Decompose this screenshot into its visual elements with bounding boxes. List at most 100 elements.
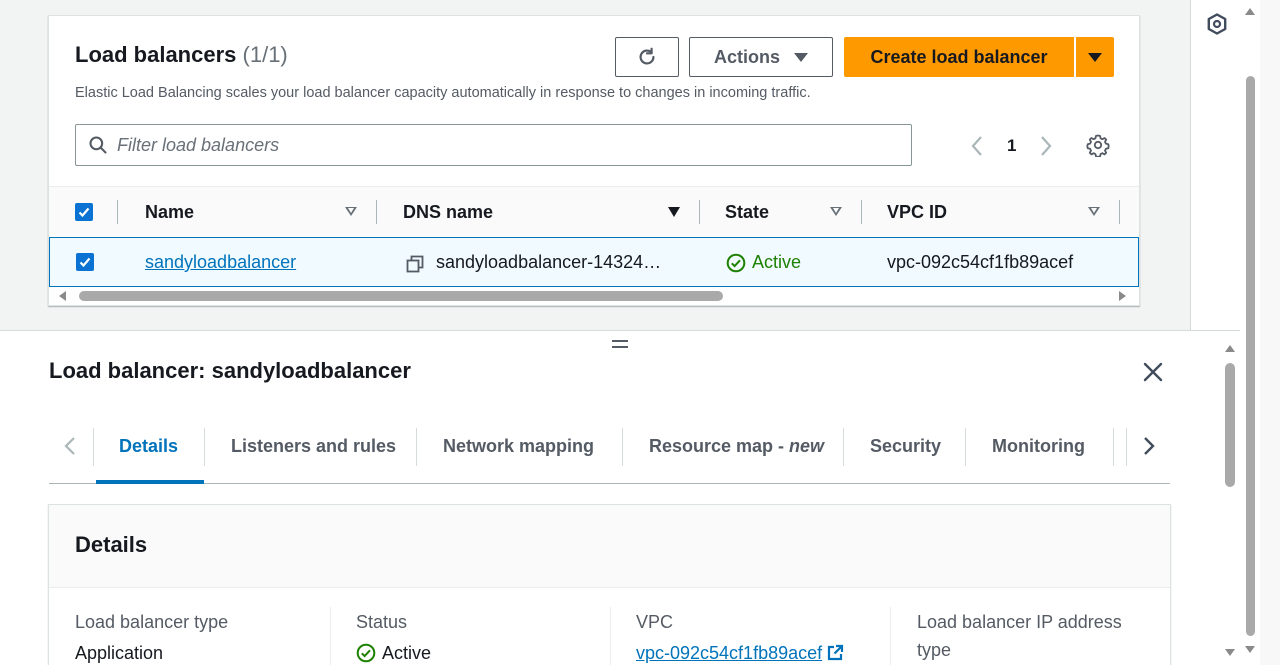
vpc-link-text[interactable]: vpc-092c54cf1fb89acef xyxy=(636,643,822,663)
gear-icon[interactable] xyxy=(1086,133,1110,157)
state-status: Active xyxy=(726,252,801,273)
scroll-down-arrow[interactable] xyxy=(1245,646,1255,653)
field-label: Load balancer type xyxy=(75,612,229,632)
field-value: Application xyxy=(75,643,164,663)
column-divider[interactable] xyxy=(1119,200,1120,224)
select-all-checkbox[interactable] xyxy=(75,203,93,221)
scroll-up-arrow[interactable] xyxy=(1225,345,1235,352)
ip-address-type-field: Load balancer IP address type xyxy=(917,610,1122,662)
column-header-vpc-id[interactable]: VPC ID xyxy=(887,202,947,223)
status-text: Active xyxy=(382,643,432,663)
window-edge xyxy=(1260,0,1280,665)
details-tabs: Details Listeners and rules Network mapp… xyxy=(49,416,1170,484)
tab-resource-map[interactable]: Resource map - new xyxy=(649,436,824,457)
dns-name-value: sandyloadbalancer-14324… xyxy=(436,252,662,272)
column-header-state[interactable]: State xyxy=(725,202,769,223)
caret-down-icon xyxy=(794,52,808,62)
load-balancers-title-text: Load balancers xyxy=(75,42,237,67)
column-header-name[interactable]: Name xyxy=(145,202,194,223)
load-balancer-type-field: Load balancer type Application xyxy=(75,610,228,665)
vpc-link[interactable]: vpc-092c54cf1fb89acef xyxy=(636,641,844,665)
scroll-right-arrow[interactable] xyxy=(1119,291,1126,301)
check-circle-icon xyxy=(726,253,746,272)
tab-divider xyxy=(1113,428,1114,466)
external-link-icon[interactable] xyxy=(826,644,844,662)
field-label: Status xyxy=(356,612,408,632)
filter-load-balancers-field[interactable] xyxy=(75,124,912,166)
row-checkbox[interactable] xyxy=(76,253,94,271)
chevron-left-icon[interactable] xyxy=(967,133,987,159)
check-icon xyxy=(78,207,90,218)
refresh-button[interactable] xyxy=(615,37,679,77)
scroll-up-arrow[interactable] xyxy=(1245,8,1255,15)
chevron-right-icon[interactable] xyxy=(1036,133,1056,159)
filter-load-balancers-input[interactable] xyxy=(117,134,877,156)
table-header: Name DNS name State VPC ID xyxy=(49,186,1139,236)
page-number[interactable]: 1 xyxy=(1007,136,1016,156)
column-divider[interactable] xyxy=(376,200,377,224)
hexagon-icon[interactable] xyxy=(1205,12,1229,36)
sorted-descending-icon[interactable] xyxy=(668,207,680,217)
vpc-id-value: vpc-092c54cf1fb89acef xyxy=(887,252,1074,272)
split-panel-scrollbar[interactable] xyxy=(1220,341,1240,665)
chevron-left-icon[interactable] xyxy=(59,434,83,458)
actions-dropdown-button[interactable]: Actions xyxy=(689,37,833,77)
column-header-dns-name[interactable]: DNS name xyxy=(403,202,493,223)
column-divider xyxy=(330,607,331,665)
tab-divider xyxy=(93,428,94,466)
tab-details[interactable]: Details xyxy=(119,436,178,457)
sort-icon[interactable] xyxy=(1088,207,1100,216)
tab-resource-map-label: Resource map - xyxy=(649,436,790,456)
tab-network-mapping[interactable]: Network mapping xyxy=(443,436,594,457)
tab-monitoring[interactable]: Monitoring xyxy=(992,436,1085,457)
chevron-right-icon[interactable] xyxy=(1136,434,1160,458)
load-balancers-description: Elastic Load Balancing scales your load … xyxy=(75,85,811,101)
pagination: 1 xyxy=(967,132,1087,160)
field-label-continued: type xyxy=(917,640,952,660)
details-header: Details xyxy=(49,505,1170,588)
tools-rail xyxy=(1190,0,1240,330)
scrollbar-thumb[interactable] xyxy=(1225,363,1235,487)
field-label: VPC xyxy=(636,612,674,632)
split-panel: Load balancer: sandyloadbalancer Details… xyxy=(0,330,1240,665)
create-load-balancer-button[interactable]: Create load balancer xyxy=(844,37,1074,77)
scrollbar-thumb[interactable] xyxy=(79,291,723,301)
sort-icon[interactable] xyxy=(345,207,357,216)
scroll-left-arrow[interactable] xyxy=(59,291,66,301)
check-circle-icon xyxy=(356,643,376,663)
table-row[interactable]: sandyloadbalancer sandyloadbalancer-1432… xyxy=(49,237,1139,287)
create-load-balancer-dropdown-button[interactable] xyxy=(1076,37,1114,77)
check-icon xyxy=(79,257,91,268)
tab-listeners-and-rules[interactable]: Listeners and rules xyxy=(231,436,396,457)
tab-divider xyxy=(965,428,966,466)
column-divider xyxy=(117,200,118,224)
status-value: Active xyxy=(356,641,431,665)
load-balancer-name-link[interactable]: sandyloadbalancer xyxy=(145,252,296,273)
tab-divider xyxy=(843,428,844,466)
page-vertical-scrollbar[interactable] xyxy=(1240,0,1260,665)
search-icon xyxy=(89,136,107,154)
close-icon[interactable] xyxy=(1142,361,1164,383)
column-divider xyxy=(610,607,611,665)
new-badge: new xyxy=(789,436,825,456)
horizontal-scrollbar[interactable] xyxy=(49,287,1139,305)
load-balancers-region: Load balancers (1/1) Elastic Load Balanc… xyxy=(0,0,1190,330)
copy-icon[interactable] xyxy=(406,255,424,273)
details-heading: Details xyxy=(75,532,148,557)
column-divider xyxy=(890,607,891,665)
actions-label: Actions xyxy=(713,46,780,67)
resize-handle-icon[interactable] xyxy=(612,340,628,350)
column-divider[interactable] xyxy=(861,200,862,224)
scrollbar-thumb[interactable] xyxy=(1246,76,1255,636)
sort-icon[interactable] xyxy=(830,207,842,216)
tab-security[interactable]: Security xyxy=(870,436,941,457)
scroll-down-arrow[interactable] xyxy=(1225,649,1235,656)
field-label: Load balancer IP address xyxy=(917,612,1122,632)
load-balancers-title: Load balancers (1/1) xyxy=(75,42,288,68)
load-balancers-table-container: Load balancers (1/1) Elastic Load Balanc… xyxy=(48,15,1140,306)
tab-divider xyxy=(622,428,623,466)
tab-divider xyxy=(1126,428,1127,466)
caret-down-icon xyxy=(1088,52,1102,62)
details-container: Details Load balancer type Application S… xyxy=(48,504,1171,665)
column-divider[interactable] xyxy=(699,200,700,224)
